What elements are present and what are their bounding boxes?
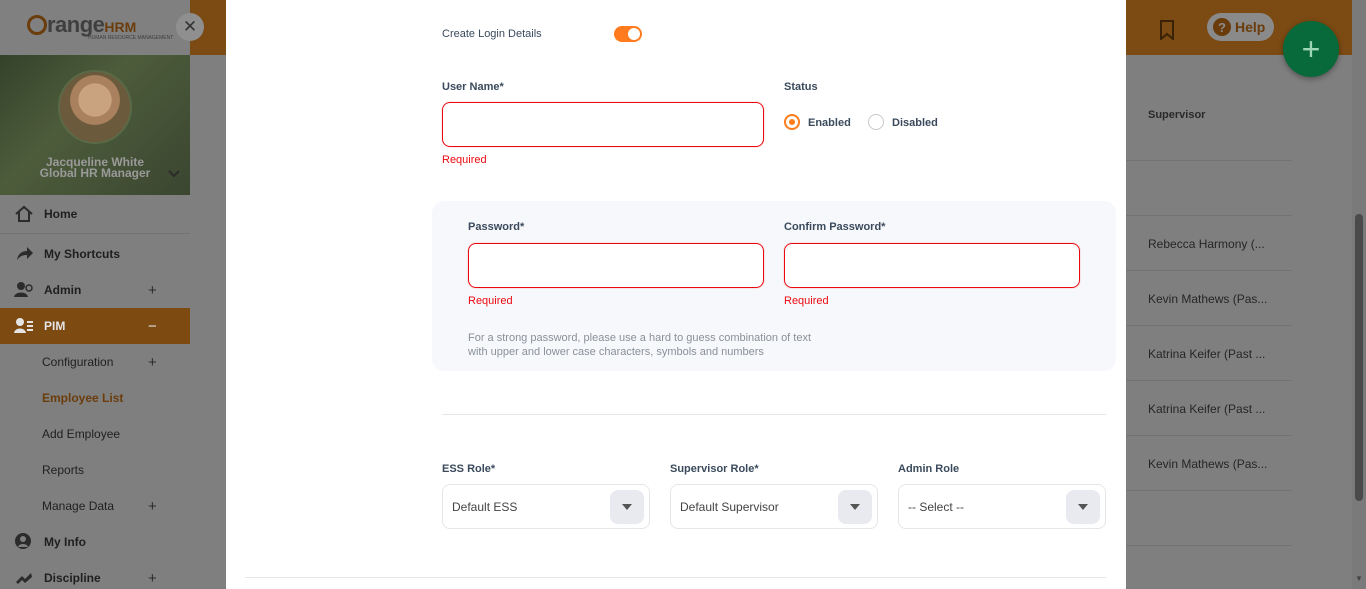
help-label: Help [1235, 19, 1266, 35]
pim-icon [14, 318, 33, 333]
add-employee-modal: Create Login Details User Name* Required… [226, 0, 1126, 589]
caret-down-icon[interactable] [610, 490, 644, 524]
username-field-wrapper [442, 102, 764, 147]
sidebar-close-button[interactable]: ✕ [176, 13, 204, 41]
user-circle-icon [15, 533, 31, 549]
confirm-password-label: Confirm Password* [784, 221, 886, 233]
sidebar-item-pim[interactable]: PIM − [0, 308, 190, 344]
password-hint: For a strong password, please use a hard… [468, 332, 812, 358]
plus-icon: + [1301, 30, 1321, 67]
table-row [1126, 160, 1292, 215]
sidebar-item-my-shortcuts[interactable]: My Shortcuts [0, 236, 190, 272]
scrollbar-thumb[interactable] [1355, 214, 1363, 501]
status-disabled-radio[interactable] [868, 114, 884, 130]
sidebar: range HRM HUMAN RESOURCE MANAGEMENT Jacq… [0, 0, 190, 589]
discipline-icon [16, 573, 32, 584]
status-disabled-label[interactable]: Disabled [892, 117, 938, 129]
add-fab-button[interactable]: + [1283, 21, 1339, 77]
ess-role-label: ESS Role* [442, 463, 496, 475]
chevron-down-icon[interactable] [168, 170, 180, 178]
column-header-supervisor: Supervisor [1148, 109, 1206, 121]
table-row [1126, 545, 1292, 589]
table-row: Kevin Mathews (Pas... [1126, 435, 1292, 490]
question-icon: ? [1213, 18, 1231, 36]
divider [442, 414, 1106, 415]
sidebar-subitem-reports[interactable]: Reports [0, 452, 190, 488]
close-icon: ✕ [182, 17, 198, 36]
home-icon [15, 205, 33, 222]
supervisor-role-select[interactable]: Default Supervisor [670, 484, 878, 529]
password-input[interactable] [469, 244, 763, 287]
sidebar-item-my-info[interactable]: My Info [0, 524, 190, 560]
expand-plus-icon[interactable]: + [148, 282, 157, 299]
expand-plus-icon[interactable]: + [148, 354, 157, 371]
logo-area: range HRM HUMAN RESOURCE MANAGEMENT [0, 0, 190, 55]
sidebar-item-discipline[interactable]: Discipline + [0, 560, 190, 589]
divider [245, 577, 1106, 578]
table-row: Kevin Mathews (Pas... [1126, 270, 1292, 325]
admin-users-icon [14, 282, 33, 297]
username-label: User Name* [442, 81, 504, 93]
table-row [1126, 490, 1292, 545]
caret-down-icon[interactable] [1066, 490, 1100, 524]
admin-role-select[interactable]: -- Select -- [898, 484, 1106, 529]
table-row: Katrina Keifer (Past ... [1126, 325, 1292, 380]
expand-plus-icon[interactable]: + [148, 498, 157, 515]
sidebar-item-home[interactable]: Home [0, 196, 190, 232]
page-scrollbar[interactable]: ▼ [1352, 0, 1366, 589]
status-enabled-radio[interactable] [784, 114, 800, 130]
logo-o-icon [27, 15, 47, 35]
sidebar-subitem-configuration[interactable]: Configuration + [0, 344, 190, 380]
status-enabled-label[interactable]: Enabled [808, 117, 851, 129]
confirm-password-field-wrapper [784, 243, 1080, 288]
password-error: Required [468, 295, 513, 307]
ess-role-value: Default ESS [452, 500, 518, 514]
confirm-password-error: Required [784, 295, 829, 307]
collapse-minus-icon[interactable]: − [148, 318, 157, 335]
admin-role-label: Admin Role [898, 463, 960, 475]
table-row: Rebecca Harmony (... [1126, 215, 1292, 270]
table-row: Katrina Keifer (Past ... [1126, 380, 1292, 435]
profile-panel[interactable]: Jacqueline White Global HR Manager [0, 55, 190, 195]
caret-down-icon[interactable] [838, 490, 872, 524]
scroll-down-arrow-icon[interactable]: ▼ [1355, 574, 1363, 583]
sidebar-subitem-employee-list[interactable]: Employee List [0, 380, 190, 416]
create-login-label: Create Login Details [442, 28, 542, 40]
status-label: Status [784, 81, 818, 93]
sidebar-subitem-manage-data[interactable]: Manage Data + [0, 488, 190, 524]
username-error: Required [442, 154, 487, 166]
divider [0, 233, 190, 234]
share-arrow-icon [17, 247, 33, 260]
supervisor-role-value: Default Supervisor [680, 500, 779, 514]
admin-role-value: -- Select -- [908, 500, 965, 514]
ess-role-select[interactable]: Default ESS [442, 484, 650, 529]
employee-table-background: Supervisor Rebecca Harmony (... Kevin Ma… [1126, 55, 1352, 589]
bookmark-icon[interactable] [1158, 20, 1176, 40]
expand-plus-icon[interactable]: + [148, 570, 157, 587]
confirm-password-input[interactable] [785, 244, 1079, 287]
logo-tagline: HUMAN RESOURCE MANAGEMENT [88, 35, 174, 41]
toggle-knob [628, 28, 640, 40]
sidebar-item-admin[interactable]: Admin + [0, 272, 190, 308]
sidebar-subitem-add-employee[interactable]: Add Employee [0, 416, 190, 452]
password-field-wrapper [468, 243, 764, 288]
create-login-toggle[interactable] [614, 26, 642, 42]
user-role: Global HR Manager [39, 166, 151, 180]
username-input[interactable] [443, 103, 763, 146]
avatar [58, 70, 132, 144]
supervisor-role-label: Supervisor Role* [670, 463, 759, 475]
password-label: Password* [468, 221, 525, 233]
help-button[interactable]: ? Help [1207, 13, 1274, 41]
